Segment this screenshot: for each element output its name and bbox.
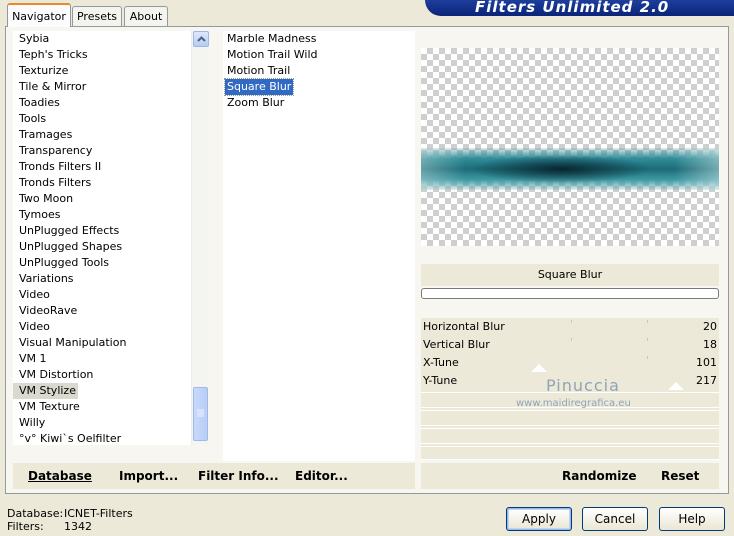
param-label: Vertical Blur — [423, 338, 490, 351]
filter-list[interactable]: Marble Madness Motion Trail Wild Motion Tr… — [223, 31, 415, 461]
filter-preview — [421, 48, 719, 246]
tab-navigator[interactable]: Navigator — [7, 3, 71, 27]
cancel-label: Cancel — [594, 512, 636, 526]
category-scrollbar[interactable] — [191, 31, 209, 445]
database-label: Database — [28, 469, 92, 483]
category-item[interactable]: VM Distortion — [13, 367, 95, 383]
filter-item[interactable]: Zoom Blur — [225, 95, 286, 111]
database-button[interactable]: Database — [28, 469, 92, 483]
help-button[interactable]: Help — [659, 507, 725, 531]
reset-label: Reset — [661, 469, 700, 483]
category-item[interactable]: Video — [13, 319, 52, 335]
param-label: Horizontal Blur — [423, 320, 505, 333]
reset-button[interactable]: Reset — [661, 469, 699, 483]
category-item[interactable]: Sybia — [13, 31, 51, 47]
import-button[interactable]: Import... — [119, 469, 178, 483]
preview-image — [421, 148, 719, 190]
param-value: 217 — [696, 374, 717, 387]
database-info-label: Database: — [7, 507, 64, 520]
category-item[interactable]: Toadies — [13, 95, 62, 111]
apply-button[interactable]: Apply — [506, 507, 572, 531]
filter-item[interactable]: Motion Trail Wild — [225, 47, 320, 63]
slider-tick — [571, 320, 572, 323]
help-label: Help — [678, 512, 706, 526]
category-item[interactable]: Teph's Tricks — [13, 47, 90, 63]
param-empty-row — [421, 428, 719, 444]
watermark-url: www.maidiregrafica.eu — [516, 398, 631, 409]
param-value: 101 — [696, 356, 717, 369]
param-vertical-blur[interactable]: Vertical Blur 18 — [421, 336, 719, 354]
import-label: Import... — [119, 469, 179, 483]
category-item[interactable]: UnPlugged Tools — [13, 255, 111, 271]
filters-count-value: 1342 — [64, 520, 92, 533]
slider-thumb[interactable] — [531, 364, 547, 372]
editor-button[interactable]: Editor... — [295, 469, 348, 483]
filter-info-button[interactable]: Filter Info... — [198, 469, 279, 483]
filter-title: Square Blur — [421, 264, 719, 286]
grip-icon — [197, 409, 204, 419]
app-banner: Filters Unlimited 2.0 — [425, 0, 734, 16]
progress-bar — [421, 288, 719, 299]
param-label: X-Tune — [423, 356, 459, 369]
category-item[interactable]: Tronds Filters II — [13, 159, 103, 175]
category-item[interactable]: UnPlugged Shapes — [13, 239, 124, 255]
filter-title-label: Square Blur — [537, 268, 603, 281]
param-horizontal-blur[interactable]: Horizontal Blur 20 — [421, 318, 719, 336]
category-item[interactable]: Tramages — [13, 127, 74, 143]
category-item[interactable]: Tile & Mirror — [13, 79, 88, 95]
slider-tick — [647, 356, 648, 359]
category-item[interactable]: VideoRave — [13, 303, 79, 319]
category-item[interactable]: VM Stylize — [13, 383, 78, 399]
category-item[interactable]: Tronds Filters — [13, 175, 93, 191]
database-info-value: ICNET-Filters — [64, 507, 133, 520]
category-item[interactable]: Two Moon — [13, 191, 75, 207]
app-banner-title: Filters Unlimited 2.0 — [475, 0, 670, 16]
randomize-label: Randomize — [562, 469, 637, 483]
filters-count-label: Filters: — [7, 520, 44, 533]
category-item[interactable]: Transparency — [13, 143, 94, 159]
chevron-up-icon — [196, 35, 206, 44]
scroll-up-button[interactable] — [193, 31, 209, 47]
param-x-tune[interactable]: X-Tune 101 — [421, 354, 719, 372]
slider-thumb[interactable] — [668, 382, 684, 390]
category-item[interactable]: Video — [13, 287, 52, 303]
slider-tick — [571, 338, 572, 341]
category-item[interactable]: Texturize — [13, 63, 70, 79]
cancel-button[interactable]: Cancel — [582, 507, 648, 531]
scroll-thumb[interactable] — [193, 387, 208, 441]
param-label: Y-Tune — [423, 374, 458, 387]
category-item[interactable]: VM 1 — [13, 351, 49, 367]
param-value: 20 — [703, 320, 717, 333]
tab-about[interactable]: About — [124, 6, 168, 26]
filter-info-label: Filter Info... — [198, 469, 279, 483]
category-item[interactable]: VM Texture — [13, 399, 82, 415]
tab-navigator-label: Navigator — [12, 9, 66, 23]
category-item[interactable]: Tools — [13, 111, 48, 127]
filter-item[interactable]: Square Blur — [223, 78, 295, 96]
slider-tick — [647, 320, 648, 323]
slider-tick — [647, 338, 648, 341]
apply-label: Apply — [522, 512, 556, 526]
editor-label: Editor... — [295, 469, 348, 483]
tab-presets[interactable]: Presets — [72, 6, 122, 26]
watermark-name: Pinuccia — [546, 376, 620, 395]
param-value: 18 — [703, 338, 717, 351]
category-item[interactable]: Visual Manipulation — [13, 335, 128, 351]
tab-presets-label: Presets — [76, 10, 118, 23]
param-empty-row — [421, 410, 719, 426]
tab-about-label: About — [129, 10, 163, 23]
category-item[interactable]: Variations — [13, 271, 76, 287]
category-item[interactable]: Willy — [13, 415, 47, 431]
filter-item[interactable]: Marble Madness — [225, 31, 318, 47]
filter-item[interactable]: Motion Trail — [225, 63, 292, 79]
category-item[interactable]: °v° Kiwi`s Oelfilter — [13, 431, 123, 447]
category-list[interactable]: Sybia Teph's Tricks Texturize Tile & Mirror… — [13, 31, 191, 445]
category-item[interactable]: Tymoes — [13, 207, 62, 223]
param-empty-row — [421, 446, 719, 460]
randomize-button[interactable]: Randomize — [562, 469, 636, 483]
category-item[interactable]: UnPlugged Effects — [13, 223, 121, 239]
